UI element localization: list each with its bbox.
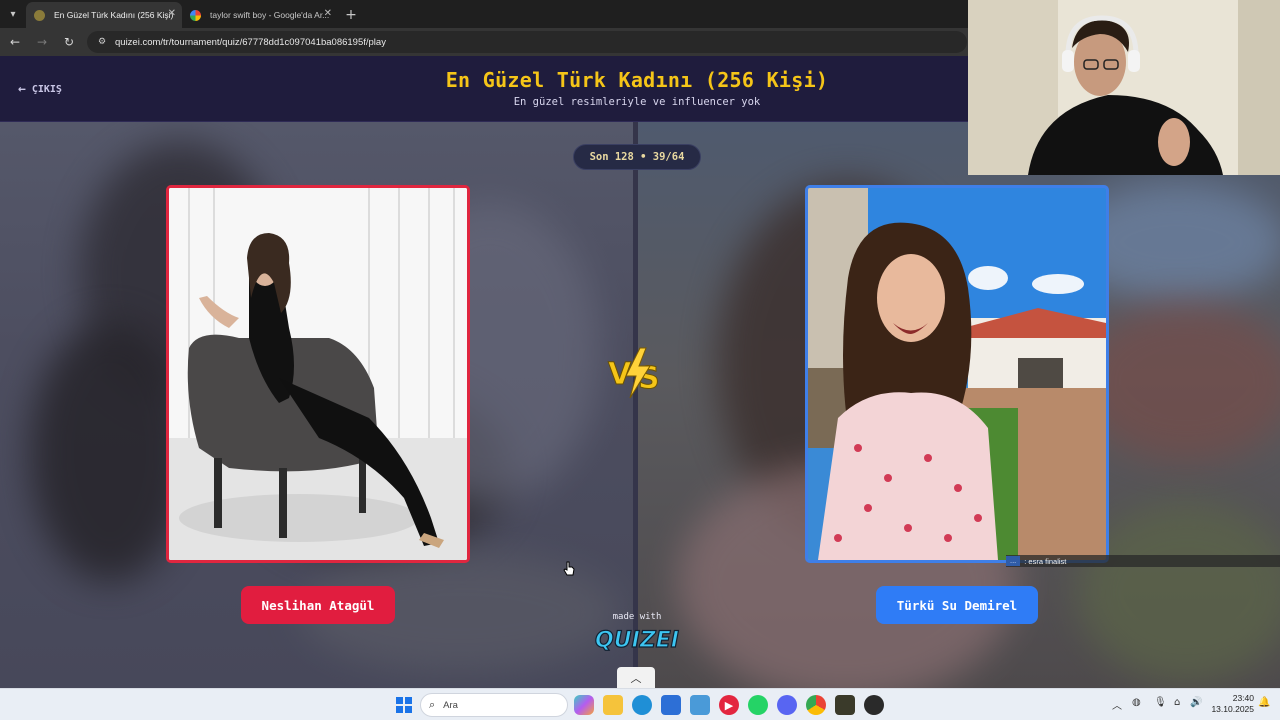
- copilot-icon[interactable]: [574, 695, 594, 715]
- caption-user-tag: ...: [1006, 556, 1021, 566]
- new-tab-plus-icon[interactable]: +: [338, 2, 364, 28]
- browser-tab-quiz[interactable]: En Güzel Türk Kadını (256 Kişi) ✕: [26, 2, 182, 28]
- google-favicon-icon: [190, 10, 201, 21]
- stream-chat-caption: ... : esra finalist: [1006, 555, 1280, 567]
- tray-microphone-icon[interactable]: 🎙: [1154, 697, 1167, 708]
- windows-taskbar: ⌕ Ara ▶ ︿ ◍ 🎙 ⌂ 🔊 23:40 13.10.2025 🔔: [0, 688, 1280, 720]
- right-contestant-photo[interactable]: [805, 185, 1109, 563]
- taskbar-clock[interactable]: 23:40 13.10.2025: [1206, 693, 1254, 715]
- quizei-favicon-icon: [34, 10, 45, 21]
- edge-browser-icon[interactable]: [632, 695, 652, 715]
- taskbar-search-placeholder: Ara: [443, 699, 458, 711]
- discord-icon[interactable]: [777, 695, 797, 715]
- scroll-up-chevron-icon[interactable]: ︿: [617, 667, 655, 688]
- network-app-icon[interactable]: [690, 695, 710, 715]
- windows-start-icon[interactable]: [394, 695, 414, 715]
- vs-lightning-icon: V S: [608, 347, 660, 399]
- search-icon: ⌕: [429, 698, 436, 711]
- round-progress-badge: Son 128 • 39/64: [573, 144, 701, 170]
- left-contestant-photo[interactable]: [166, 185, 470, 563]
- left-contestant-image: [169, 188, 467, 560]
- media-player-icon[interactable]: ▶: [719, 695, 739, 715]
- notification-bell-icon[interactable]: 🔔: [1258, 697, 1270, 708]
- right-contestant-image: [808, 188, 1106, 560]
- svg-text:QUIZEI: QUIZEI: [595, 628, 679, 653]
- tray-network-icon[interactable]: ◍: [1132, 697, 1141, 708]
- mouse-hand-cursor-icon: [563, 561, 575, 576]
- url-text[interactable]: quizei.com/tr/tournament/quiz/67778dd1c0…: [115, 37, 386, 48]
- address-bar[interactable]: ⚙ quizei.com/tr/tournament/quiz/67778dd1…: [87, 31, 967, 53]
- tab-title: En Güzel Türk Kadını (256 Kişi): [54, 10, 174, 20]
- reload-icon[interactable]: ↻: [57, 30, 81, 54]
- tab-title: taylor swift boy - Google'da Ar...: [210, 10, 330, 20]
- caption-text: : esra finalist: [1024, 556, 1067, 566]
- app-icon[interactable]: [835, 695, 855, 715]
- quizei-logo[interactable]: QUIZEI: [590, 622, 684, 654]
- obs-icon[interactable]: [864, 695, 884, 715]
- site-settings-icon[interactable]: ⚙: [95, 35, 109, 49]
- webcam-overlay: [968, 0, 1280, 175]
- browser-tab-google[interactable]: taylor swift boy - Google'da Ar... ✕: [182, 2, 338, 28]
- file-explorer-icon[interactable]: [603, 695, 623, 715]
- tab-search-chevron-icon[interactable]: ▾: [0, 0, 26, 28]
- store-icon[interactable]: [661, 695, 681, 715]
- tray-chevron-up-icon[interactable]: ︿: [1112, 697, 1122, 712]
- webcam-feed-image: [968, 0, 1280, 175]
- taskbar-search-box[interactable]: ⌕ Ara: [420, 693, 568, 717]
- tray-wifi-icon[interactable]: ⌂: [1174, 697, 1180, 708]
- center-divider: [633, 122, 638, 688]
- forward-arrow-icon[interactable]: →: [30, 30, 54, 54]
- whatsapp-icon[interactable]: [748, 695, 768, 715]
- match-arena: Son 128 • 39/64 V S Neslihan Atagül Türk…: [0, 122, 1280, 688]
- close-tab-icon[interactable]: ✕: [324, 8, 332, 19]
- close-tab-icon[interactable]: ✕: [168, 8, 176, 19]
- tray-volume-icon[interactable]: 🔊: [1190, 697, 1202, 708]
- choose-right-button[interactable]: Türkü Su Demirel: [876, 586, 1038, 624]
- chrome-icon[interactable]: [806, 695, 826, 715]
- clock-time: 23:40: [1232, 693, 1254, 703]
- made-with-label: made with: [612, 612, 662, 622]
- clock-date: 13.10.2025: [1211, 704, 1254, 714]
- back-arrow-icon[interactable]: ←: [3, 30, 27, 54]
- choose-left-button[interactable]: Neslihan Atagül: [241, 586, 395, 624]
